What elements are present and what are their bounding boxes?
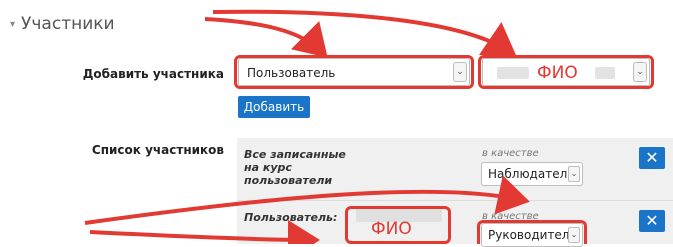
arrow-annotation	[89, 219, 320, 244]
arrow-annotation	[84, 175, 530, 225]
annotation-arrows	[84, 9, 530, 244]
arrow-annotation	[204, 17, 328, 58]
arrow-annotation	[212, 9, 517, 57]
